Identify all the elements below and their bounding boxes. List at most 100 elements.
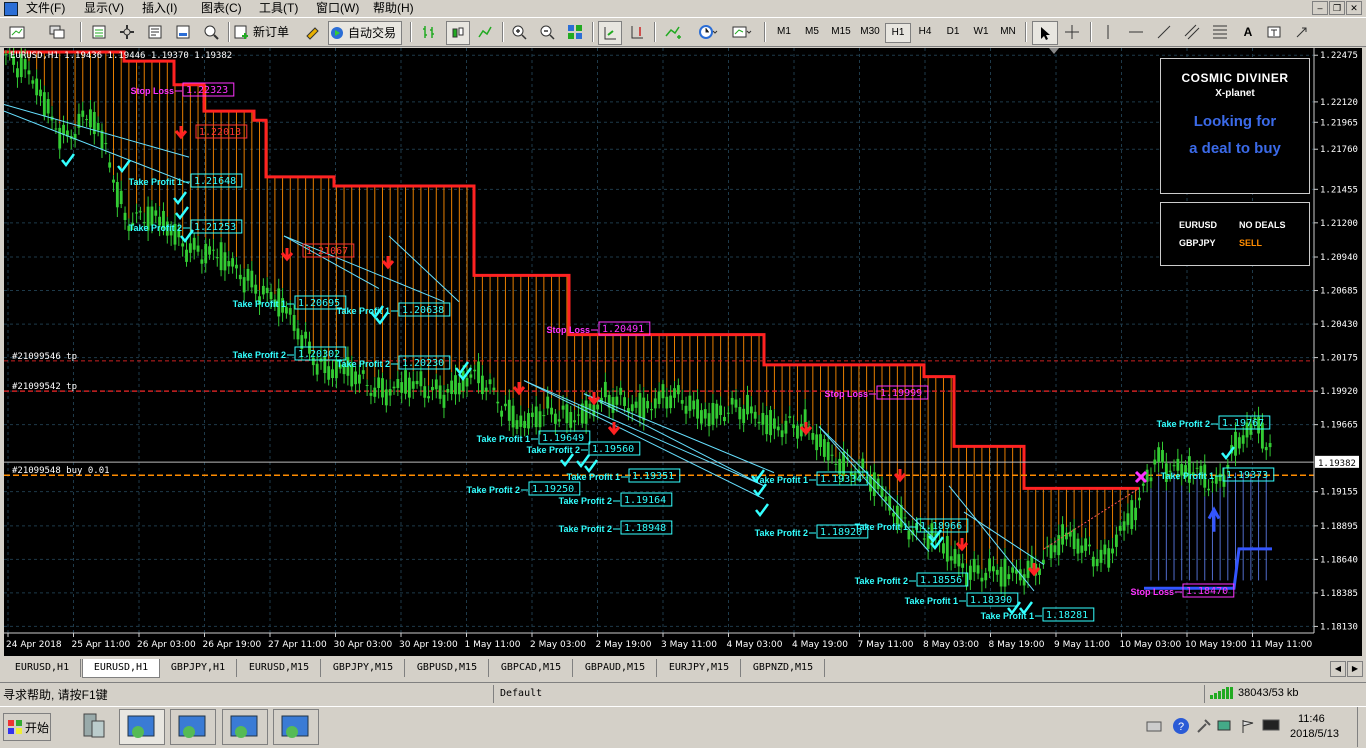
restore-button[interactable]: ❐ [1329,1,1345,15]
tab-chart[interactable]: GBPJPY,H1 [160,659,237,677]
timeframe-h1[interactable]: H1 [885,23,911,43]
taskbar-mt4-icon[interactable] [273,709,319,745]
tab-chart[interactable]: EURUSD,H1 [4,659,81,677]
navigator-icon[interactable] [116,21,138,43]
candle-body [1111,548,1114,554]
data-window-icon[interactable] [144,21,166,43]
candle-body [573,420,577,423]
bar-chart-icon[interactable] [418,21,440,43]
tab-chart[interactable]: GBPCAD,M15 [490,659,573,677]
arrows-icon[interactable] [1290,21,1314,43]
menu-tools[interactable]: 工具(T) [259,0,298,16]
chart-shift-icon[interactable] [626,21,648,43]
timeframe-m5[interactable]: M5 [800,23,824,41]
trade-label-text: Stop Loss [1130,587,1174,597]
tab-chart-active[interactable]: EURUSD,H1 [82,659,160,678]
candle-body [1091,556,1095,567]
tile-windows-icon[interactable] [564,21,586,43]
metaeditor-icon[interactable] [302,21,324,43]
new-chart-icon[interactable] [6,21,28,43]
candle-body [200,259,204,264]
candle-body [1007,574,1011,580]
candlestick-icon[interactable] [446,21,470,45]
close-button[interactable]: ✕ [1346,1,1362,15]
candle [1130,494,1134,535]
vertical-line-icon[interactable] [1096,21,1120,43]
candle-body [484,387,488,392]
tab-scroll-left-button[interactable]: ◀ [1330,661,1346,677]
candle-body [89,109,92,128]
auto-scroll-icon[interactable] [598,21,622,45]
menu-charts[interactable]: 图表(C) [201,0,242,16]
start-button[interactable]: 开始 [3,713,51,741]
server-icon[interactable] [78,711,108,741]
menu-view[interactable]: 显示(V) [84,0,124,16]
text-tool-icon[interactable]: A [1236,21,1260,43]
timeframe-m30[interactable]: M30 [857,23,883,41]
candle-body [630,404,634,412]
periods-icon[interactable] [694,21,722,43]
trendline-icon[interactable] [1152,21,1176,43]
tab-chart[interactable]: GBPNZD,M15 [742,659,825,677]
chart-window[interactable]: #21099546 tp #21099542 tp #21099548 buy 0.… [3,43,1362,656]
timeframe-d1[interactable]: D1 [941,23,965,41]
candle-body [196,245,200,252]
terminal-icon[interactable] [172,21,194,43]
autotrading-label: 自动交易 [348,26,397,40]
timeframe-m15[interactable]: M15 [828,23,854,41]
templates-icon[interactable] [728,21,756,43]
tray-help-icon[interactable]: ? [1172,717,1190,735]
tab-chart[interactable]: GBPAUD,M15 [574,659,657,677]
tray-display-icon[interactable] [1262,718,1280,734]
strategy-tester-icon[interactable] [200,21,222,43]
tab-chart[interactable]: GBPJPY,M15 [322,659,405,677]
new-order-button[interactable]: 新订单 [234,21,294,43]
menu-insert[interactable]: 插入(I) [142,0,177,16]
crosshair-icon[interactable] [1060,21,1084,43]
candle-body [1226,464,1230,468]
horizontal-line-icon[interactable] [1124,21,1148,43]
candle-body [431,386,434,391]
line-chart-icon[interactable] [474,21,496,43]
cursor-icon[interactable] [1032,21,1058,45]
timeframe-mn[interactable]: MN [996,23,1020,41]
taskbar-mt4-icon[interactable] [222,709,268,745]
taskbar-mt4-icon[interactable] [170,709,216,745]
show-desktop-button[interactable] [1357,707,1366,747]
menu-window[interactable]: 窗口(W) [316,0,359,16]
text-label-icon[interactable] [1262,21,1286,43]
tray-network-icon[interactable] [1216,718,1232,734]
menu-file[interactable]: 文件(F) [26,0,65,16]
taskbar-mt4-icon[interactable] [119,709,165,745]
candle-body [488,379,492,385]
candle-body [988,558,992,572]
price-chart[interactable]: #21099546 tp #21099542 tp #21099548 buy 0.… [3,43,1362,656]
minimize-button[interactable]: – [1312,1,1328,15]
tab-chart[interactable]: GBPUSD,M15 [406,659,489,677]
autotrading-button[interactable]: 自动交易 [328,21,402,45]
menu-help[interactable]: 帮助(H) [373,0,414,16]
market-watch-icon[interactable] [88,21,110,43]
tab-scroll-right-button[interactable]: ▶ [1347,661,1363,677]
indicators-icon[interactable] [660,21,688,43]
zoom-out-icon[interactable] [536,21,558,43]
tab-chart[interactable]: EURUSD,M15 [238,659,321,677]
profiles-icon[interactable] [46,21,68,43]
candle-body [396,379,400,388]
tab-chart[interactable]: EURJPY,M15 [658,659,741,677]
tray-flag-icon[interactable] [1240,718,1256,734]
zoom-in-icon[interactable] [508,21,530,43]
chart-scroll-marker[interactable] [1049,48,1059,54]
candle-body [1068,531,1072,537]
timeframe-m1[interactable]: M1 [772,23,796,41]
timeframe-w1[interactable]: W1 [969,23,993,41]
candle-body [738,407,742,420]
candle-body [1084,538,1088,551]
candle-body [596,404,600,410]
candle-body [215,257,219,259]
equidistant-channel-icon[interactable] [1180,21,1204,43]
tray-tools-icon[interactable] [1196,718,1212,734]
fibonacci-icon[interactable] [1208,21,1232,43]
timeframe-h4[interactable]: H4 [913,23,937,41]
tray-keyboard-icon[interactable] [1146,719,1162,733]
